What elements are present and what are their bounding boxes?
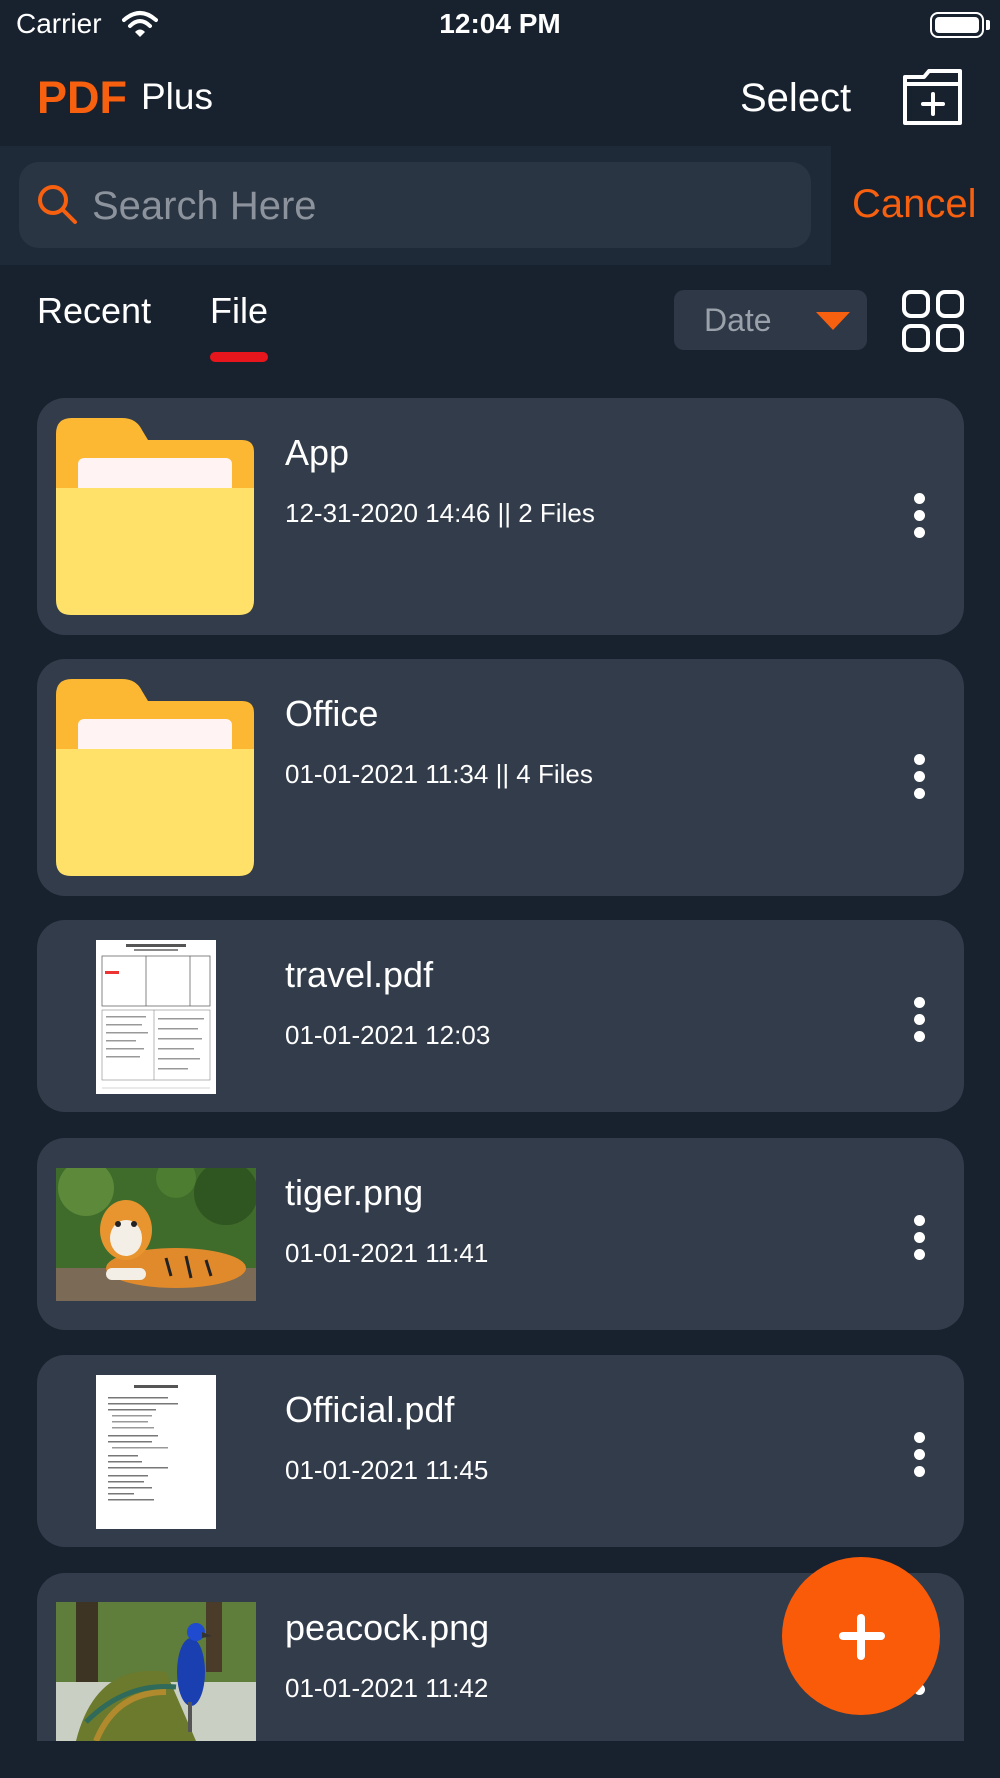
status-bar: Carrier 12:04 PM (0, 0, 1000, 50)
app-logo: PDF (37, 72, 127, 123)
status-time: 12:04 PM (439, 8, 561, 39)
more-options-icon[interactable] (910, 754, 930, 800)
sort-selected-value: Date (704, 302, 772, 338)
app-logo-sub: Plus (141, 76, 213, 117)
caret-down-icon (816, 312, 850, 330)
battery-icon (930, 12, 984, 38)
file-meta: 01-01-2021 11:45 (285, 1455, 489, 1485)
more-options-icon[interactable] (910, 493, 930, 539)
file-name: travel.pdf (285, 954, 434, 995)
file-row[interactable]: App 12-31-2020 14:46 || 2 Files (37, 398, 964, 635)
file-name: Office (285, 693, 379, 734)
file-row[interactable]: tiger.png 01-01-2021 11:41 (37, 1138, 964, 1330)
file-meta: 01-01-2021 11:42 (285, 1673, 489, 1703)
search-input[interactable] (92, 178, 792, 234)
file-meta: 01-01-2021 12:03 (285, 1020, 491, 1050)
folder-icon (56, 679, 254, 876)
more-options-icon[interactable] (910, 1215, 930, 1261)
file-name: peacock.png (285, 1607, 490, 1648)
tab-file[interactable]: File (210, 290, 268, 332)
tab-recent[interactable]: Recent (37, 290, 151, 332)
file-meta: 01-01-2021 11:34 || 4 Files (285, 759, 593, 789)
file-name: Official.pdf (285, 1389, 455, 1430)
plus-icon-vertical (857, 1614, 865, 1660)
file-meta: 12-31-2020 14:46 || 2 Files (285, 498, 595, 528)
active-tab-indicator (210, 352, 268, 362)
grid-view-icon[interactable] (902, 290, 964, 352)
cancel-button[interactable]: Cancel (852, 182, 977, 227)
search-icon (38, 185, 77, 224)
pdf-thumbnail (96, 940, 216, 1094)
file-meta: 01-01-2021 11:41 (285, 1238, 489, 1268)
more-options-icon[interactable] (910, 1432, 930, 1478)
file-name: tiger.png (285, 1172, 424, 1213)
battery-tip (986, 20, 990, 30)
tiger-image-thumbnail (56, 1168, 256, 1301)
peacock-image-thumbnail (56, 1602, 256, 1741)
sort-dropdown[interactable]: Date (674, 290, 867, 350)
select-button[interactable]: Select (740, 76, 851, 121)
pdf-thumbnail (96, 1375, 216, 1529)
add-button[interactable] (782, 1557, 940, 1715)
file-name: App (285, 432, 350, 473)
folder-icon (56, 418, 254, 615)
file-row[interactable]: Office 01-01-2021 11:34 || 4 Files (37, 659, 964, 896)
folder-plus-icon[interactable] (902, 67, 964, 127)
file-row[interactable]: travel.pdf 01-01-2021 12:03 (37, 920, 964, 1112)
more-options-icon[interactable] (910, 997, 930, 1043)
file-row[interactable]: Official.pdf 01-01-2021 11:45 (37, 1355, 964, 1547)
